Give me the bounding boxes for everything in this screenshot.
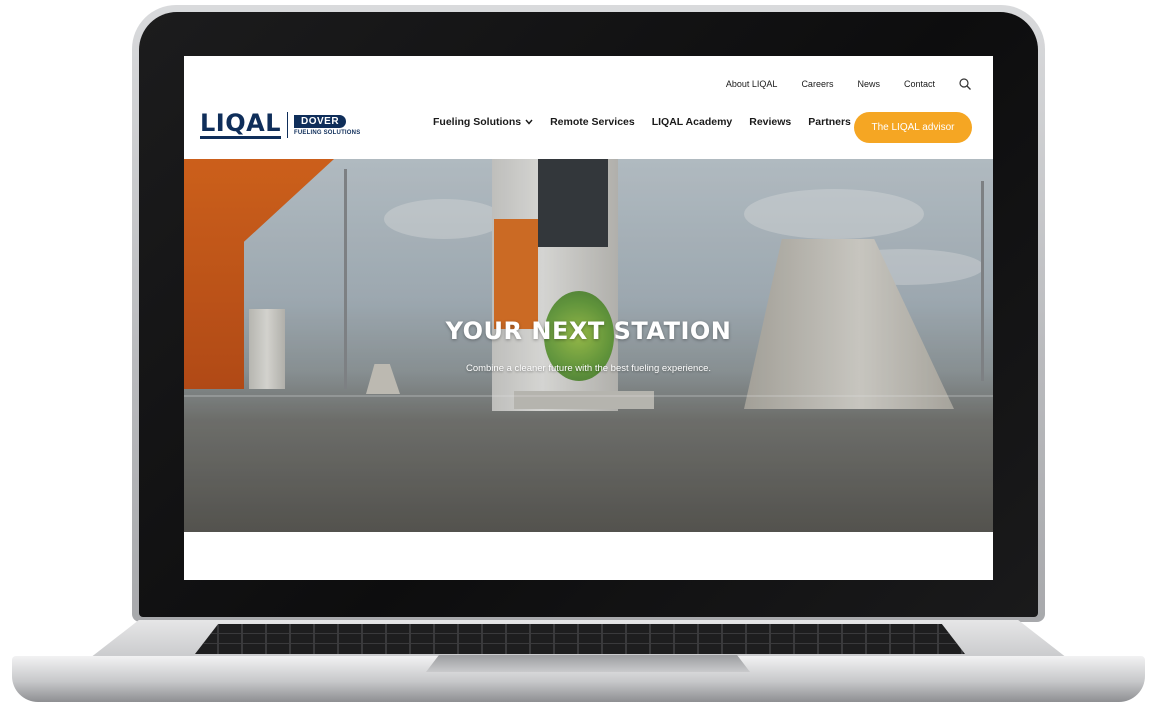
dover-badge: DOVER [294, 114, 347, 128]
nav-item-fueling-solutions[interactable]: Fueling Solutions [433, 116, 533, 128]
hero-subtitle: Combine a cleaner future with the best f… [465, 363, 712, 374]
laptop-keyboard [195, 624, 965, 654]
chevron-down-icon [525, 119, 533, 125]
site-logo[interactable]: LIQAL DOVER FUELING SOLUTIONS [200, 111, 360, 139]
nav-link-news[interactable]: News [857, 79, 880, 89]
nav-link-contact[interactable]: Contact [904, 79, 935, 89]
browser-viewport: About LIQAL Careers News Contact LIQAL D… [184, 56, 993, 580]
logo-divider [287, 112, 288, 138]
liqal-advisor-button[interactable]: The LIQAL advisor [854, 112, 972, 143]
nav-link-about[interactable]: About LIQAL [726, 79, 778, 89]
liqal-logo: LIQAL [200, 109, 281, 139]
nav-item-label: Fueling Solutions [433, 116, 522, 128]
dover-tagline: FUELING SOLUTIONS [294, 129, 361, 136]
nav-link-careers[interactable]: Careers [801, 79, 833, 89]
hero-title: YOUR NEXT STATION [445, 317, 732, 345]
hero-banner: YOUR NEXT STATION Combine a cleaner futu… [184, 159, 993, 532]
nav-item-remote-services[interactable]: Remote Services [550, 116, 635, 128]
hero-copy: YOUR NEXT STATION Combine a cleaner futu… [184, 317, 993, 374]
laptop-trackpad [426, 655, 750, 672]
utility-nav: About LIQAL Careers News Contact [726, 78, 971, 90]
search-icon[interactable] [959, 78, 971, 90]
nav-item-partners[interactable]: Partners [808, 116, 851, 128]
dover-logo: DOVER FUELING SOLUTIONS [294, 114, 361, 136]
nav-item-reviews[interactable]: Reviews [749, 116, 791, 128]
nav-item-liqal-academy[interactable]: LIQAL Academy [652, 116, 733, 128]
main-nav: Fueling Solutions Remote Services LIQAL … [433, 116, 851, 128]
